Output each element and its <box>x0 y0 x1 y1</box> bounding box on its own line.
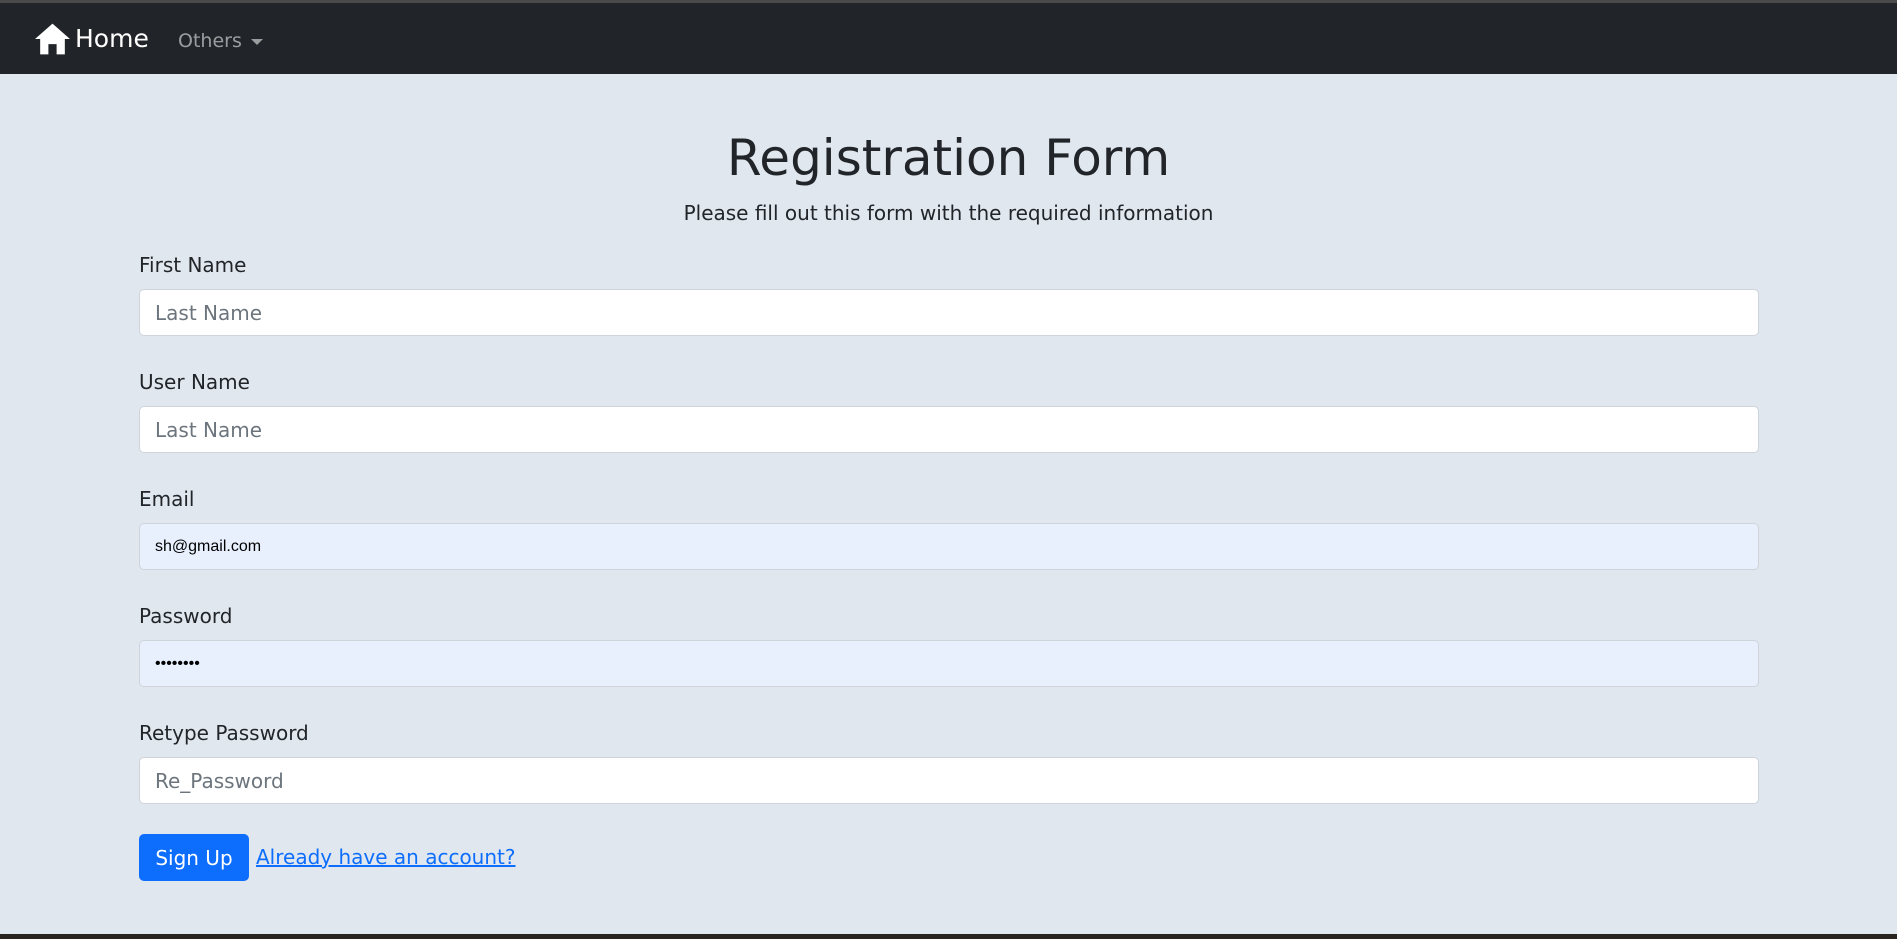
navbar: Home Others <box>0 3 1897 74</box>
retype-password-label: Retype Password <box>139 721 309 745</box>
email-input[interactable] <box>139 523 1759 570</box>
registration-page: Registration Form Please fill out this f… <box>0 74 1897 934</box>
user-name-input[interactable] <box>139 406 1759 453</box>
login-link[interactable]: Already have an account? <box>256 844 515 870</box>
page-subtitle: Please fill out this form with the requi… <box>683 201 1214 225</box>
retype-password-input[interactable] <box>139 757 1759 804</box>
password-label: Password <box>139 604 233 628</box>
others-dropdown[interactable]: Others <box>178 27 263 55</box>
caret-down-icon <box>250 38 263 45</box>
home-link[interactable]: Home <box>34 21 149 57</box>
home-link-label: Home <box>75 24 149 53</box>
first-name-input[interactable] <box>139 289 1759 336</box>
first-name-label: First Name <box>139 253 247 277</box>
password-input[interactable] <box>139 640 1759 687</box>
window-bottom-edge <box>0 934 1897 939</box>
user-name-label: User Name <box>139 370 250 394</box>
sign-up-button[interactable]: Sign Up <box>139 834 249 881</box>
home-icon <box>35 23 70 55</box>
others-dropdown-label: Others <box>178 30 242 52</box>
page-title: Registration Form <box>726 129 1171 187</box>
email-label: Email <box>139 487 195 511</box>
